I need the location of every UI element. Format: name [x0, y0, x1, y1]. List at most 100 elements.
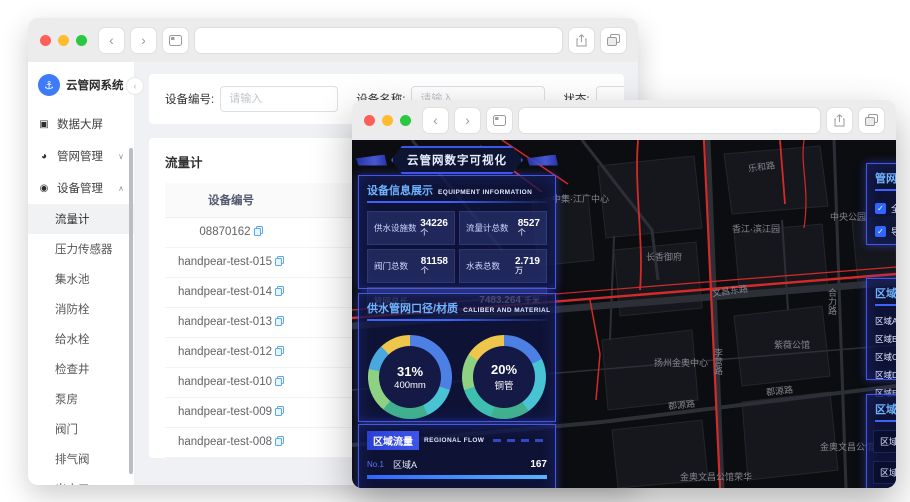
- forward-button[interactable]: ›: [455, 107, 480, 133]
- sidebar-subitem-exhaust-valve[interactable]: 排气阀: [28, 444, 134, 474]
- back-button[interactable]: ‹: [423, 107, 448, 133]
- sidebar-item-label: 数据大屏: [57, 119, 103, 131]
- zoom-window-button[interactable]: [76, 34, 87, 46]
- map-label: 扬州金奥中心: [654, 358, 709, 368]
- copy-icon[interactable]: [274, 436, 284, 449]
- copy-icon[interactable]: [274, 286, 284, 299]
- sidebar-subitem-sump[interactable]: 集水池: [28, 264, 134, 294]
- stat-label: 水表总数: [466, 261, 501, 271]
- window-controls: [40, 34, 87, 46]
- dashboard-title: 云管网数字可视化: [391, 146, 523, 174]
- flow-rank: No.1: [367, 460, 384, 469]
- layer-checkbox-row: 导入图层: [867, 220, 896, 243]
- material-donut-chart: 20% 铜管: [462, 335, 546, 419]
- legend-label: 区域D: [875, 370, 896, 380]
- share-icon[interactable]: [569, 27, 594, 53]
- share-icon[interactable]: [827, 107, 852, 133]
- panel-title-cn: 区域流量: [367, 431, 419, 450]
- region-flow-list-panel: 区域流量 区域B 区域C 区域D 区域E: [866, 394, 896, 488]
- copy-icon[interactable]: [274, 406, 284, 419]
- flow-bar: [367, 475, 547, 479]
- minimize-window-button[interactable]: [382, 114, 393, 126]
- sidebar-collapse-handle[interactable]: ‹: [127, 78, 143, 94]
- checkbox-label: 全选: [891, 204, 896, 214]
- sidebar-subitem-inspection-well[interactable]: 检查井: [28, 354, 134, 384]
- legend-row: 区域A: [867, 312, 896, 330]
- copy-icon[interactable]: [274, 346, 284, 359]
- stat-unit: 个: [420, 228, 429, 238]
- sidebar-subitem-fire-hydrant[interactable]: 消防栓: [28, 294, 134, 324]
- header-left-decoration: [356, 154, 387, 166]
- sidebar-item-label: 设备管理: [57, 183, 103, 195]
- region-row[interactable]: 区域B: [873, 430, 896, 453]
- flow-row: No.2 区域C 123: [359, 481, 555, 488]
- title-dashes-decoration: [493, 439, 547, 442]
- panel-title-cn: 管网图层: [875, 173, 896, 185]
- caliber-donut-chart: 31% 400mm: [368, 335, 452, 419]
- sidebar-subitem-valve[interactable]: 阀门: [28, 414, 134, 444]
- flow-region: 区域C: [393, 486, 530, 488]
- forward-button[interactable]: ›: [131, 27, 156, 53]
- region-row[interactable]: 区域C: [873, 461, 896, 484]
- sidebar-scrollbar[interactable]: [129, 148, 133, 474]
- copy-icon[interactable]: [253, 226, 263, 239]
- stat-label: 流量计总数: [466, 223, 509, 233]
- sidebar-subitem-outlet[interactable]: 出水口: [28, 474, 134, 485]
- map-label: 长香御府: [646, 252, 683, 262]
- dashboard-browser-window: ‹ › 中集·江广中心 乐和路 中央公园 香江·滨江园 长香御府 文昌东路 合力…: [352, 100, 896, 488]
- stat-label: 阀门总数: [374, 261, 409, 271]
- column-header-device-id: 设备编号: [165, 183, 297, 218]
- panel-title-en: EQUIPMENT INFORMATION: [438, 189, 533, 196]
- sidebar-subitem-pump-house[interactable]: 泵房: [28, 384, 134, 414]
- sidebar-subitem-water-hydrant[interactable]: 给水栓: [28, 324, 134, 354]
- tab-overview-icon[interactable]: [859, 107, 884, 133]
- copy-icon[interactable]: [274, 316, 284, 329]
- title-underline: [367, 201, 547, 203]
- sidebar-subitem-flowmeter[interactable]: 流量计: [28, 204, 134, 234]
- map-label: 中集·江广中心: [552, 194, 609, 204]
- logo-anchor-icon: ⚓: [38, 74, 60, 96]
- device-id: handpear-test-015: [178, 256, 272, 268]
- stat-valves: 阀门总数 81158 个: [367, 249, 455, 283]
- donut-percent: 20%: [490, 362, 518, 377]
- zoom-window-button[interactable]: [400, 114, 411, 126]
- title-underline: [367, 319, 547, 321]
- browser-chrome: ‹ ›: [28, 18, 638, 62]
- sidebar-subitem-pressure-sensor[interactable]: 压力传感器: [28, 234, 134, 264]
- sidebar-item-pipe-network[interactable]: ◕ 管网管理 ∨: [28, 140, 134, 172]
- legend-label: 区域A: [875, 316, 896, 326]
- legend-row: 区域C: [867, 348, 896, 366]
- copy-icon[interactable]: [274, 376, 284, 389]
- sidebar-item-data-screen[interactable]: ▣ 数据大屏: [28, 108, 134, 140]
- pie-icon: ◕: [40, 150, 48, 162]
- sidebar: ‹ ⚓ 云管网系统 ▣ 数据大屏 ◕ 管网管理 ∨ ◉ 设备管理 ∧ 流量计 压…: [28, 62, 143, 485]
- device-icon: ◉: [39, 182, 49, 194]
- flow-region: 区域A: [393, 460, 418, 470]
- map-label: 紫薇公馆: [774, 340, 811, 350]
- region-stats-panel: 区域统计 区域A 区域B 区域C 区域D 区域E 0: [866, 278, 896, 415]
- sidebar-item-device-mgmt[interactable]: ◉ 设备管理 ∧: [28, 172, 134, 204]
- close-window-button[interactable]: [40, 34, 51, 46]
- checkbox-checked-icon[interactable]: [875, 203, 886, 214]
- minimize-window-button[interactable]: [58, 34, 69, 46]
- device-id: handpear-test-013: [178, 316, 272, 328]
- address-bar[interactable]: [195, 27, 562, 53]
- back-button[interactable]: ‹: [99, 27, 124, 53]
- address-bar[interactable]: [519, 107, 820, 133]
- close-window-button[interactable]: [364, 114, 375, 126]
- stat-flowmeters: 流量计总数 8527 个: [459, 211, 547, 245]
- checkbox-checked-icon[interactable]: [875, 226, 886, 237]
- sidebar-toggle-icon[interactable]: [487, 107, 512, 133]
- stat-water-meters: 水表总数 2.719 万: [459, 249, 547, 283]
- copy-icon[interactable]: [274, 256, 284, 269]
- window-controls: [364, 114, 411, 126]
- device-id-input[interactable]: [220, 86, 339, 112]
- tab-overview-icon[interactable]: [601, 27, 626, 53]
- stat-unit: 个: [420, 266, 429, 276]
- donut-label: 400mm: [394, 379, 426, 391]
- sidebar-toggle-icon[interactable]: [163, 27, 188, 53]
- layer-checkbox-row: 全选: [867, 197, 896, 220]
- pipe-layers-panel: 管网图层 全选 导入图层: [866, 163, 896, 245]
- stat-water-facilities: 供水设施数 34226 个: [367, 211, 455, 245]
- legend-row: 区域D: [867, 366, 896, 384]
